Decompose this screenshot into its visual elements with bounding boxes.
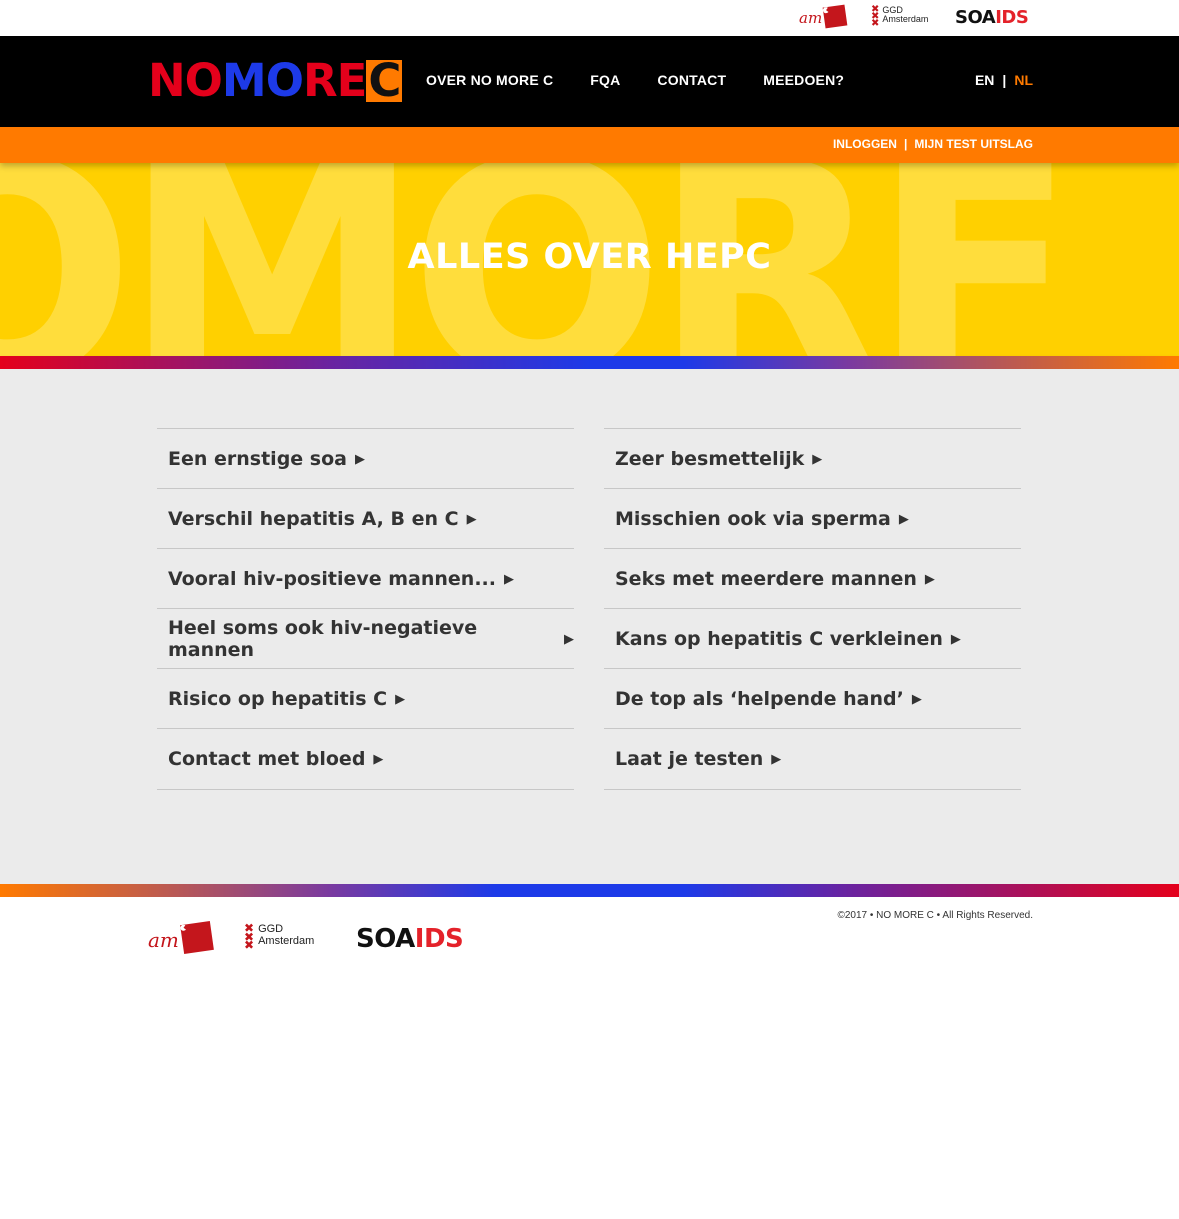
topic-label: Verschil hepatitis A, B en C (168, 507, 459, 530)
lang-separator: | (1002, 72, 1007, 88)
page-title: ALLES OVER HEPC (407, 237, 772, 277)
expand-arrow-icon: ▶ (354, 450, 365, 466)
logo-re: RE (302, 60, 367, 102)
topic-label: De top als ‘helpende hand’ (615, 687, 904, 710)
main-nav: OVER NO MORE C FQA CONTACT MEEDOEN? (426, 72, 881, 88)
expand-arrow-icon: ▶ (395, 690, 406, 706)
expand-arrow-icon: ▶ (466, 510, 477, 526)
soaids-logo[interactable]: SOAIDS (955, 7, 1029, 28)
login-link[interactable]: INLOGGEN (833, 137, 897, 151)
footer: am ✖ ✖ ✖ GGD Amsterdam SOAIDS ©2017 • NO M… (0, 897, 1179, 977)
nav-over-no-more-c[interactable]: OVER NO MORE C (426, 72, 553, 88)
expand-arrow-icon: ▶ (950, 630, 961, 646)
amc-logo-mark (822, 4, 848, 29)
main-header: NO MO RE C OVER NO MORE C FQA CONTACT ME… (0, 36, 1179, 127)
topic-label: Seks met meerdere mannen (615, 567, 917, 590)
topic-label: Zeer besmettelijk (615, 447, 805, 470)
expand-arrow-icon: ▶ (812, 450, 823, 466)
topic-item[interactable]: Heel soms ook hiv-negatieve mannen ▶ (157, 608, 574, 668)
amc-logo[interactable]: am (799, 4, 848, 29)
topic-label: Een ernstige soa (168, 447, 347, 470)
soaids-part1: SOA (955, 7, 996, 28)
nav-fqa[interactable]: FQA (590, 72, 620, 88)
topic-item[interactable]: Een ernstige soa ▶ (157, 428, 574, 488)
ggd-cross-icon: ✖ ✖ ✖ (871, 4, 880, 30)
topic-item[interactable]: Contact met bloed ▶ (157, 728, 574, 790)
footer-soaids-part2: IDS (414, 924, 464, 954)
topic-item[interactable]: Vooral hiv-positieve mannen... ▶ (157, 548, 574, 608)
topic-label: Contact met bloed (168, 748, 366, 770)
expand-arrow-icon: ▶ (924, 570, 935, 586)
topic-item[interactable]: Risico op hepatitis C ▶ (157, 668, 574, 728)
ggd-line2: Amsterdam (882, 14, 929, 25)
topic-label: Heel soms ook hiv-negatieve mannen (168, 616, 478, 661)
expand-arrow-icon: ▶ (898, 510, 909, 526)
account-separator: | (903, 137, 908, 151)
logo-no: NO (148, 60, 222, 102)
topic-label: Laat je testen (615, 748, 764, 770)
ggd-amsterdam-logo[interactable]: ✖ ✖ ✖ GGD Amsterdam (871, 4, 929, 30)
topic-column-left: Een ernstige soa ▶ Verschil hepatitis A, … (157, 428, 574, 790)
language-switcher: EN | NL (975, 72, 1033, 88)
expand-arrow-icon: ▶ (373, 751, 384, 766)
footer-soaids-logo[interactable]: SOAIDS (356, 924, 464, 954)
topic-item[interactable]: Kans op hepatitis C verkleinen ▶ (604, 608, 1021, 668)
footer-ggd-cross-icon: ✖ ✖ ✖ (244, 921, 255, 953)
hero-banner: OMORF ALLES OVER HEPC (0, 163, 1179, 356)
topic-label: Kans op hepatitis C verkleinen (615, 627, 943, 650)
topic-label: Risico op hepatitis C (168, 687, 388, 710)
soaids-part2: IDS (995, 7, 1029, 28)
topic-label: Misschien ook via sperma (615, 507, 891, 530)
partner-bar: am ✖ ✖ ✖ GGD Amsterdam SOAIDS (0, 0, 1179, 36)
footer-amc-logo-mark (180, 921, 214, 954)
rainbow-divider-top (0, 356, 1179, 369)
lang-nl[interactable]: NL (1014, 72, 1033, 88)
topic-item[interactable]: Verschil hepatitis A, B en C ▶ (157, 488, 574, 548)
amc-logo-text: am (799, 9, 823, 27)
footer-ggd-amsterdam-logo[interactable]: ✖ ✖ ✖ GGD Amsterdam (244, 921, 315, 953)
logo-c: C (366, 60, 403, 102)
topic-column-right: Zeer besmettelijk ▶ Misschien ook via spe… (604, 428, 1021, 790)
nav-contact[interactable]: CONTACT (657, 72, 726, 88)
footer-ggd-line1: GGD (258, 923, 284, 935)
topic-item[interactable]: Seks met meerdere mannen ▶ (604, 548, 1021, 608)
expand-arrow-icon: ▶ (503, 570, 514, 586)
my-test-result-link[interactable]: MIJN TEST UITSLAG (914, 137, 1033, 151)
expand-arrow-icon: ▶ (911, 690, 922, 706)
rainbow-divider-bottom (0, 884, 1179, 897)
lang-en[interactable]: EN (975, 72, 994, 88)
topic-section: Een ernstige soa ▶ Verschil hepatitis A, … (0, 369, 1179, 884)
logo-mo: MO (221, 60, 303, 102)
topic-item[interactable]: Misschien ook via sperma ▶ (604, 488, 1021, 548)
footer-amc-logo[interactable]: am (148, 921, 214, 954)
footer-ggd-line2: Amsterdam (258, 934, 315, 947)
expand-arrow-icon: ▶ (564, 630, 574, 646)
topic-label: Vooral hiv-positieve mannen... (168, 567, 496, 590)
footer-amc-logo-text: am (148, 928, 179, 952)
nav-meedoen[interactable]: MEEDOEN? (763, 72, 844, 88)
footer-soaids-part1: SOA (356, 924, 415, 954)
site-logo[interactable]: NO MO RE C (148, 60, 403, 102)
topic-item[interactable]: Laat je testen ▶ (604, 728, 1021, 790)
copyright-text: ©2017 • NO MORE C • All Rights Reserved. (837, 910, 1033, 921)
expand-arrow-icon: ▶ (771, 751, 782, 766)
topic-item[interactable]: Zeer besmettelijk ▶ (604, 428, 1021, 488)
account-bar: INLOGGEN | MIJN TEST UITSLAG (0, 127, 1179, 163)
topic-item[interactable]: De top als ‘helpende hand’ ▶ (604, 668, 1021, 728)
